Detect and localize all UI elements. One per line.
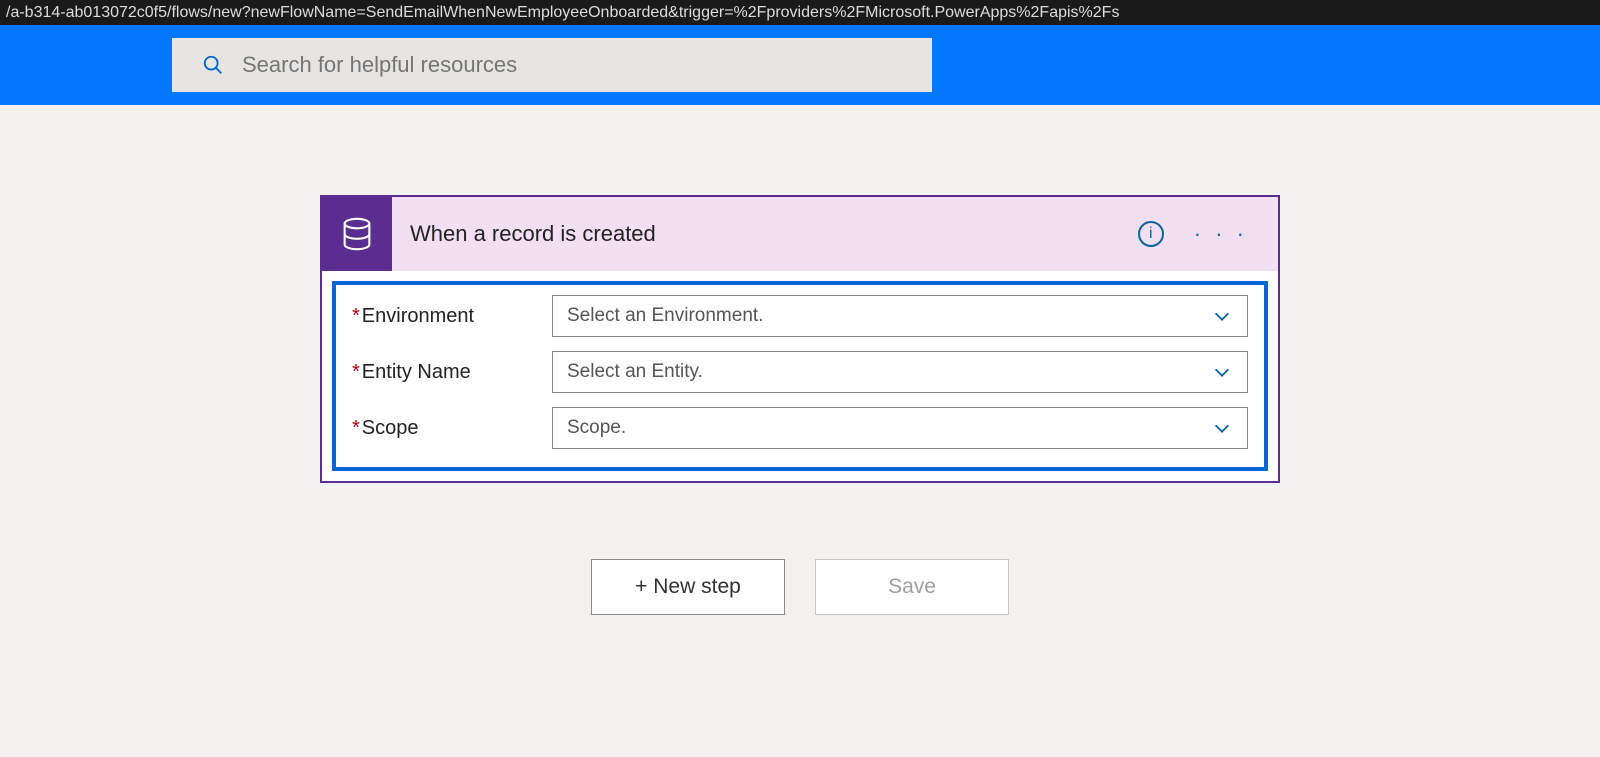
select-placeholder: Scope. — [567, 417, 626, 439]
param-label: *Environment — [352, 305, 552, 328]
chevron-down-icon — [1211, 361, 1233, 383]
info-icon[interactable]: i — [1138, 221, 1164, 247]
database-icon — [322, 197, 392, 271]
trigger-header[interactable]: When a record is created i · · · — [322, 197, 1278, 271]
trigger-params-highlight: *Environment Select an Environment. *Ent… — [332, 281, 1268, 471]
search-container[interactable] — [172, 38, 932, 92]
action-button-row: + New step Save — [591, 559, 1009, 615]
browser-url-fragment: /a-b314-ab013072c0f5/flows/new?newFlowNa… — [0, 0, 1600, 25]
param-row-environment: *Environment Select an Environment. — [352, 295, 1248, 337]
chevron-down-icon — [1211, 417, 1233, 439]
entity-name-select[interactable]: Select an Entity. — [552, 351, 1248, 393]
app-header — [0, 25, 1600, 105]
environment-select[interactable]: Select an Environment. — [552, 295, 1248, 337]
select-placeholder: Select an Entity. — [567, 361, 703, 383]
search-icon — [202, 54, 224, 76]
trigger-title: When a record is created — [410, 221, 1138, 247]
new-step-button[interactable]: + New step — [591, 559, 785, 615]
search-input[interactable] — [242, 52, 932, 78]
trigger-card: When a record is created i · · · *Enviro… — [320, 195, 1280, 483]
param-row-entity: *Entity Name Select an Entity. — [352, 351, 1248, 393]
scope-select[interactable]: Scope. — [552, 407, 1248, 449]
flow-canvas: When a record is created i · · · *Enviro… — [0, 105, 1600, 615]
param-row-scope: *Scope Scope. — [352, 407, 1248, 449]
select-placeholder: Select an Environment. — [567, 305, 763, 327]
save-button[interactable]: Save — [815, 559, 1009, 615]
param-label: *Entity Name — [352, 361, 552, 384]
trigger-actions: i · · · — [1138, 221, 1278, 247]
chevron-down-icon — [1211, 305, 1233, 327]
more-icon[interactable]: · · · — [1194, 221, 1248, 247]
param-label: *Scope — [352, 417, 552, 440]
